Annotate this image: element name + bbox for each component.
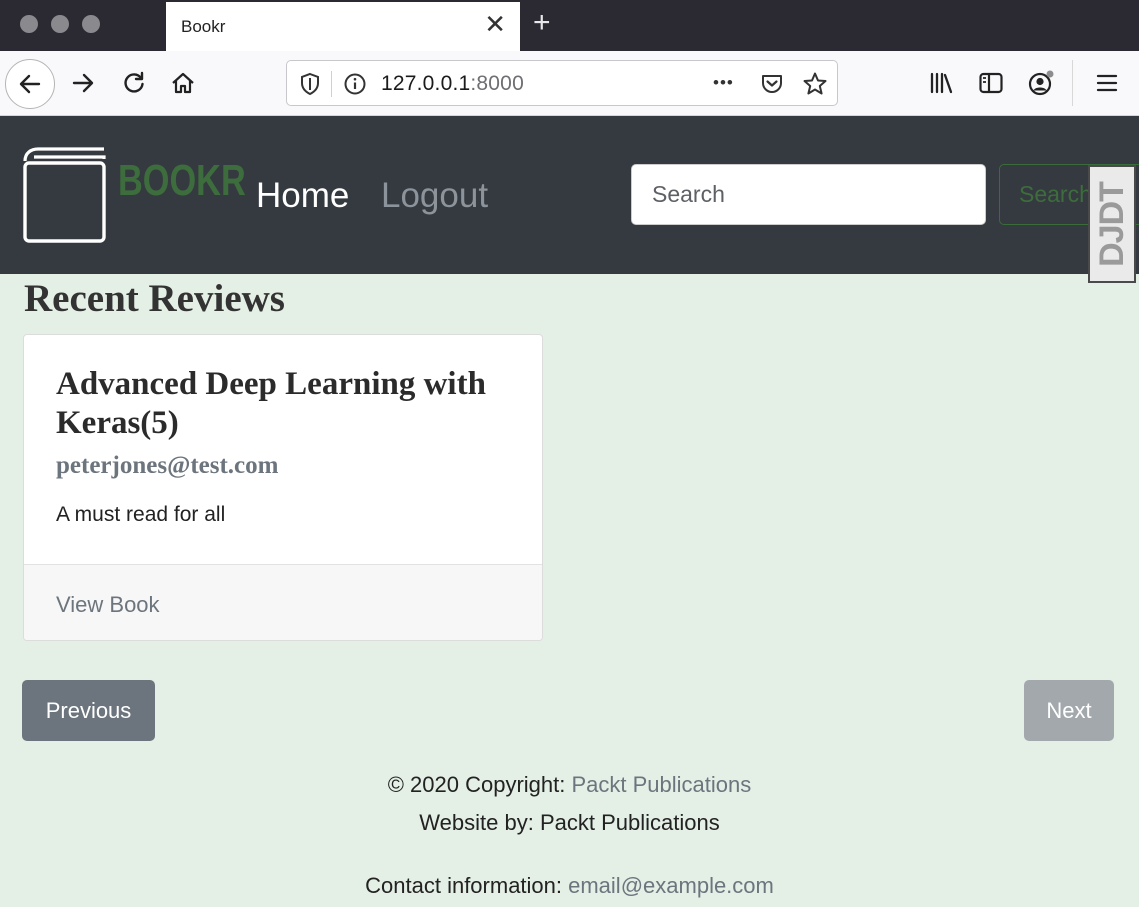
url-bar[interactable]: 127.0.0.1:8000 ••• <box>286 60 838 106</box>
new-tab-icon[interactable]: + <box>533 8 551 38</box>
previous-page-button[interactable]: Previous <box>22 680 155 741</box>
account-button[interactable] <box>1022 63 1062 103</box>
shield-icon[interactable] <box>299 72 321 96</box>
review-card: Advanced Deep Learning with Keras(5) pet… <box>23 334 543 641</box>
forward-button[interactable] <box>63 63 103 103</box>
review-creator: peterjones@test.com <box>56 452 279 479</box>
brand-name[interactable]: BOOKR <box>118 156 246 206</box>
bookmark-star-icon[interactable] <box>802 71 828 97</box>
browser-tab[interactable]: Bookr ✕ <box>166 2 520 51</box>
home-icon <box>172 72 194 94</box>
tab-close-icon[interactable]: ✕ <box>484 11 506 37</box>
sidebar-button[interactable] <box>971 63 1011 103</box>
home-button[interactable] <box>163 63 203 103</box>
copyright-link[interactable]: Packt Publications <box>572 772 752 797</box>
reload-icon <box>124 71 144 93</box>
debug-toolbar-handle[interactable]: DJDT <box>1088 165 1136 283</box>
page-actions-icon[interactable]: ••• <box>713 73 734 93</box>
review-content: A must read for all <box>56 503 226 526</box>
window-minimize-dot[interactable] <box>51 15 69 33</box>
toolbar-divider <box>1072 60 1073 106</box>
copyright-text: © 2020 Copyright: <box>387 772 572 797</box>
search-input[interactable] <box>631 164 986 225</box>
info-icon[interactable] <box>343 72 367 96</box>
back-arrow-icon <box>19 74 41 94</box>
forward-arrow-icon <box>72 73 94 93</box>
page-title: Recent Reviews <box>24 277 285 320</box>
view-book-link[interactable]: View Book <box>56 592 160 618</box>
footer-copyright: © 2020 Copyright: Packt Publications <box>0 772 1139 798</box>
contact-email-link[interactable]: email@example.com <box>568 873 774 898</box>
next-page-button[interactable]: Next <box>1024 680 1114 741</box>
window-zoom-dot[interactable] <box>82 15 100 33</box>
account-icon <box>1028 70 1054 96</box>
url-host: 127.0.0.1 <box>381 72 471 95</box>
menu-button[interactable] <box>1087 63 1127 103</box>
reload-button[interactable] <box>114 63 154 103</box>
url-text: 127.0.0.1:8000 <box>381 72 524 96</box>
back-button[interactable] <box>5 59 55 109</box>
pocket-icon[interactable] <box>760 72 784 96</box>
tab-title: Bookr <box>181 17 226 36</box>
library-button[interactable] <box>921 63 961 103</box>
footer-contact: Contact information: email@example.com <box>0 873 1139 899</box>
nav-link-home[interactable]: Home <box>256 176 349 216</box>
book-logo-icon[interactable] <box>22 146 108 244</box>
contact-label: Contact information: <box>365 873 569 898</box>
url-separator <box>331 71 332 97</box>
library-icon <box>930 72 953 94</box>
debug-toolbar-label: DJDT <box>1092 181 1131 267</box>
browser-toolbar: 127.0.0.1:8000 ••• <box>0 51 1139 116</box>
sidebar-icon <box>979 72 1003 94</box>
browser-tab-bar: Bookr ✕ + <box>0 0 1139 51</box>
url-port: :8000 <box>470 72 524 95</box>
nav-link-logout[interactable]: Logout <box>381 176 488 216</box>
review-card-footer: View Book <box>24 564 542 640</box>
review-book-title: Advanced Deep Learning with Keras(5) <box>56 366 486 441</box>
footer-website-by: Website by: Packt Publications <box>419 810 720 835</box>
hamburger-menu-icon <box>1096 74 1118 92</box>
site-header: BOOKR Home Logout Search <box>0 116 1139 274</box>
window-close-dot[interactable] <box>20 15 38 33</box>
